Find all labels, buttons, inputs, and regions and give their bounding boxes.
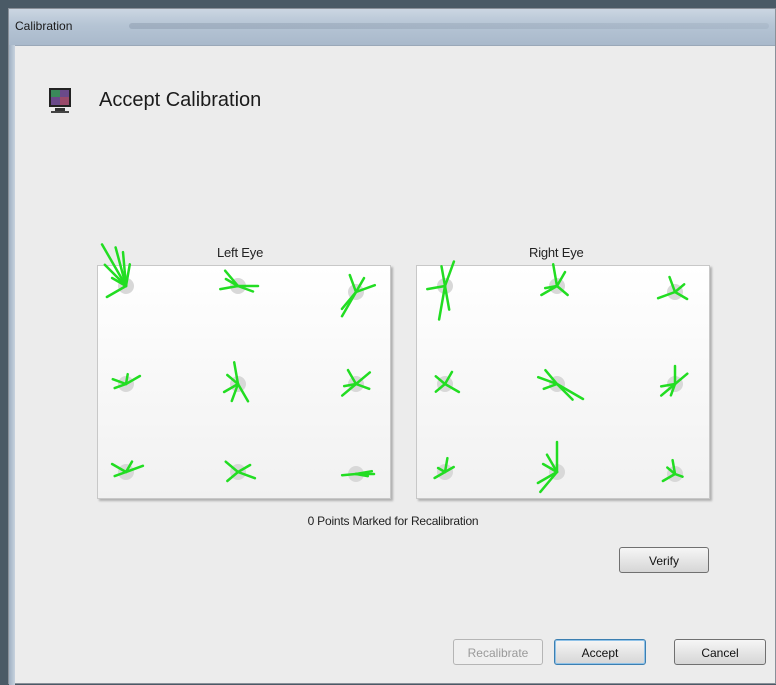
left-eye-calibration-point-8[interactable] xyxy=(224,460,257,483)
page-title: Accept Calibration xyxy=(99,89,262,111)
left-eye-calibration-point-4[interactable] xyxy=(111,372,142,392)
title-bar-background xyxy=(129,23,769,29)
left-eye-calibration-point-5[interactable] xyxy=(222,361,250,403)
right-eye-calibration-point-8[interactable] xyxy=(536,440,565,494)
right-eye-calibration-point-2[interactable] xyxy=(540,263,569,297)
left-eye-calibration-point-3[interactable] xyxy=(340,273,377,318)
accept-button[interactable]: Accept xyxy=(554,639,646,665)
right-eye-calibration-point-1[interactable] xyxy=(426,260,456,321)
window-frame-left xyxy=(9,45,15,685)
verify-button[interactable]: Verify xyxy=(619,547,709,573)
left-eye-calibration-point-9[interactable] xyxy=(340,466,376,482)
left-eye-calibration-point-7[interactable] xyxy=(110,460,145,480)
right-eye-plot-canvas xyxy=(426,260,689,494)
left-eye-plot-canvas xyxy=(100,243,377,483)
recalibration-status: 0 Points Marked for Recalibration xyxy=(307,514,479,528)
recalibrate-button[interactable]: Recalibrate xyxy=(453,639,543,665)
right-eye-label: Right Eye xyxy=(529,245,584,260)
left-eye-gaze-line xyxy=(340,472,358,477)
right-eye-calibration-point-6[interactable] xyxy=(659,364,689,397)
cancel-button[interactable]: Cancel xyxy=(674,639,766,665)
right-eye-calibration-point-3[interactable] xyxy=(656,275,689,301)
monitor-icon xyxy=(49,88,71,113)
left-eye-calibration-point-2[interactable] xyxy=(219,269,260,294)
window-title: Calibration xyxy=(15,19,73,33)
right-eye-calibration-point-9[interactable] xyxy=(661,458,684,483)
left-eye-calibration-point-6[interactable] xyxy=(340,368,372,397)
title-bar[interactable]: Calibration xyxy=(9,9,775,46)
left-eye-gaze-line xyxy=(124,372,129,386)
left-eye-label: Left Eye xyxy=(217,245,264,260)
left-eye-calibration-point-1[interactable] xyxy=(100,243,134,299)
right-eye-calibration-point-5[interactable] xyxy=(536,368,585,401)
right-eye-gaze-line xyxy=(539,470,559,494)
right-eye-calibration-point-7[interactable] xyxy=(433,456,455,480)
right-eye-calibration-plot[interactable] xyxy=(416,260,710,499)
calibration-window: Calibration Accept Calibration Left Eye … xyxy=(8,8,776,685)
right-eye-calibration-point-4[interactable] xyxy=(434,370,461,394)
left-eye-calibration-plot[interactable] xyxy=(97,243,391,499)
